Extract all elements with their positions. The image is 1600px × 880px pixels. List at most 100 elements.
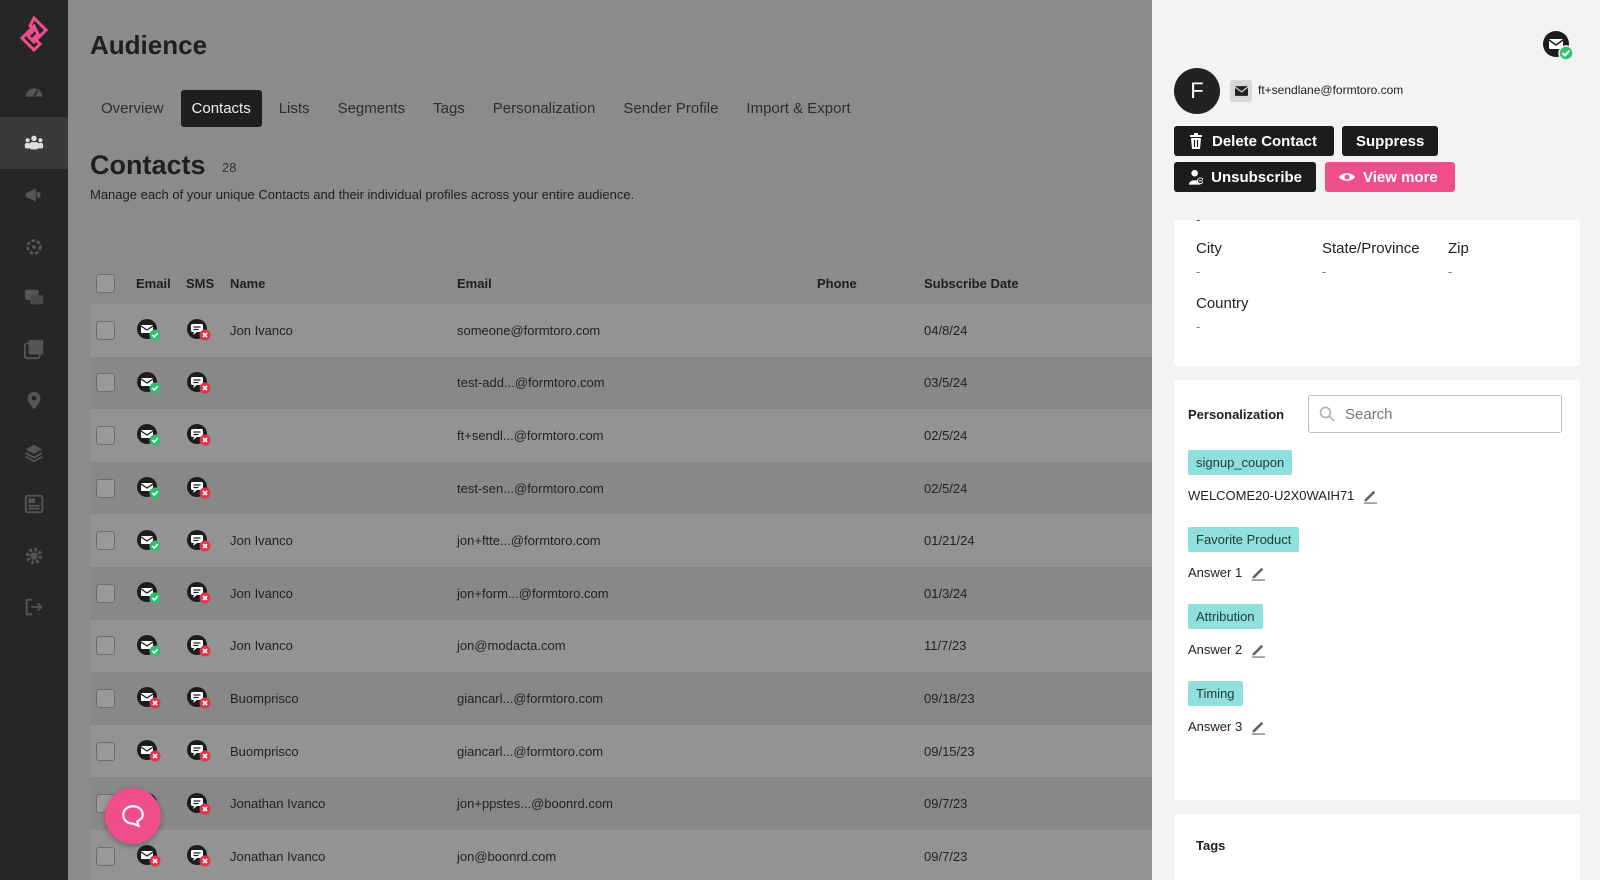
sidebar-item-audience[interactable] xyxy=(0,117,68,169)
sidebar-item-conversations[interactable] xyxy=(0,272,68,324)
chat-bubble-icon xyxy=(122,805,144,828)
pencil-edit-icon[interactable] xyxy=(1362,487,1379,504)
contact-email: ft+sendlane@formtoro.com xyxy=(1258,83,1404,97)
table-row[interactable]: test-add...@formtoro.com 03/5/24 xyxy=(90,356,1152,410)
table-body: Jon Ivanco someone@formtoro.com 04/8/24 … xyxy=(90,304,1152,880)
contact-name: Buomprisco xyxy=(230,690,299,706)
row-checkbox[interactable] xyxy=(96,636,115,656)
tab-sender-profile[interactable]: Sender Profile xyxy=(612,90,729,127)
email-subscribed-icon xyxy=(136,423,162,447)
section-title: Contacts xyxy=(90,150,206,180)
contact-email: jon+ppstes...@boonrd.com xyxy=(457,796,613,812)
email-subscribed-icon xyxy=(136,318,162,342)
logout-icon xyxy=(25,598,43,616)
country-value: - xyxy=(1196,319,1201,334)
tab-tags[interactable]: Tags xyxy=(422,90,476,127)
gauge-icon xyxy=(25,88,43,98)
view-more-button[interactable]: View more xyxy=(1325,162,1455,192)
personalization-value: WELCOME20-U2X0WAIH71 xyxy=(1188,488,1355,503)
search-input[interactable] xyxy=(1345,405,1545,423)
sidebar-item-integrations[interactable] xyxy=(0,427,68,479)
tab-segments[interactable]: Segments xyxy=(327,90,417,127)
form-icon xyxy=(24,494,44,514)
sidebar-item-logout[interactable] xyxy=(0,581,68,633)
table-row[interactable]: Buomprisco giancarl...@formtoro.com 09/1… xyxy=(90,672,1152,725)
sidebar-item-forms[interactable] xyxy=(0,478,68,530)
city-value: - xyxy=(1196,264,1201,279)
pencil-edit-icon[interactable] xyxy=(1250,641,1267,658)
tab-lists[interactable]: Lists xyxy=(268,90,321,127)
contacts-table: Email SMS Name Email Phone Subscribe Dat… xyxy=(90,262,1152,880)
pencil-edit-icon[interactable] xyxy=(1250,718,1267,735)
tab-import-export[interactable]: Import & Export xyxy=(735,90,861,127)
email-subscribed-icon xyxy=(136,634,162,658)
subscribe-date: 09/18/23 xyxy=(924,690,975,706)
table-row[interactable]: Buomprisco giancarl...@formtoro.com 09/1… xyxy=(90,724,1152,778)
sms-unsubscribed-icon xyxy=(186,634,212,658)
sidebar-item-campaigns[interactable] xyxy=(0,169,68,221)
address-value: - xyxy=(1196,212,1201,227)
tab-personalization[interactable]: Personalization xyxy=(482,90,607,127)
delete-contact-button[interactable]: Delete Contact xyxy=(1174,126,1334,156)
contact-name: Buomprisco xyxy=(230,743,299,759)
row-checkbox[interactable] xyxy=(96,741,115,761)
row-checkbox[interactable] xyxy=(96,531,115,551)
brand-logo-icon[interactable] xyxy=(18,15,50,53)
sidebar-item-location[interactable] xyxy=(0,375,68,427)
trash-icon xyxy=(1190,133,1202,149)
col-email-status[interactable]: Email xyxy=(136,276,186,291)
gallery-icon xyxy=(23,339,44,360)
row-checkbox[interactable] xyxy=(96,320,115,340)
subscribe-date: 01/3/24 xyxy=(924,585,968,601)
email-subscribed-icon xyxy=(136,476,162,500)
col-subscribe-date[interactable]: Subscribe Date xyxy=(924,276,1124,291)
row-checkbox[interactable] xyxy=(96,688,115,708)
sidebar-item-media[interactable] xyxy=(0,323,68,375)
table-row[interactable]: Jonathan Ivanco jon@boonrd.com 09/7/23 xyxy=(90,829,1152,880)
contact-email: giancarl...@formtoro.com xyxy=(457,690,604,706)
table-row[interactable]: ft+sendl...@formtoro.com 02/5/24 xyxy=(90,409,1152,462)
personalization-value: Answer 3 xyxy=(1188,719,1243,734)
automation-gear-icon xyxy=(26,239,42,255)
zip-value: - xyxy=(1448,264,1453,279)
row-checkbox[interactable] xyxy=(96,583,115,603)
envelope-icon xyxy=(1230,80,1252,102)
table-row[interactable]: Jon Ivanco someone@formtoro.com 04/8/24 xyxy=(90,304,1152,357)
tab-overview[interactable]: Overview xyxy=(90,90,175,127)
sms-unsubscribed-icon xyxy=(186,581,212,605)
table-row[interactable]: Jon Ivanco jon+ftte...@formtoro.com 01/2… xyxy=(90,514,1152,567)
table-header: Email SMS Name Email Phone Subscribe Dat… xyxy=(90,262,1152,304)
col-phone[interactable]: Phone xyxy=(817,276,924,291)
col-email[interactable]: Email xyxy=(457,276,817,291)
table-row[interactable]: Jon Ivanco jon+form...@formtoro.com 01/3… xyxy=(90,566,1152,620)
sms-unsubscribed-icon xyxy=(186,371,212,395)
unsubscribe-button[interactable]: Unsubscribe xyxy=(1174,162,1316,192)
tab-bar: Overview Contacts Lists Segments Tags Pe… xyxy=(90,90,862,127)
contact-name: Jonathan Ivanco xyxy=(230,848,326,864)
page-title: Audience xyxy=(90,30,208,60)
sidebar-item-settings[interactable] xyxy=(0,530,68,582)
row-checkbox[interactable] xyxy=(96,425,115,445)
support-chat-button[interactable] xyxy=(105,788,161,844)
suppress-button[interactable]: Suppress xyxy=(1342,126,1438,156)
sidebar-item-automations[interactable] xyxy=(0,221,68,273)
sidebar-item-dashboard[interactable] xyxy=(0,66,68,118)
table-row[interactable]: test-sen...@formtoro.com 02/5/24 xyxy=(90,461,1152,515)
row-checkbox[interactable] xyxy=(96,373,115,393)
pencil-edit-icon[interactable] xyxy=(1250,564,1267,581)
contact-name: Jon Ivanco xyxy=(230,585,293,601)
avatar: F xyxy=(1174,68,1220,114)
col-sms-status[interactable]: SMS xyxy=(186,276,230,291)
people-icon xyxy=(24,135,44,150)
contact-email: test-add...@formtoro.com xyxy=(457,375,605,391)
row-checkbox[interactable] xyxy=(96,478,115,498)
row-checkbox[interactable] xyxy=(96,846,115,866)
search-icon xyxy=(1319,406,1335,422)
tab-contacts[interactable]: Contacts xyxy=(180,90,262,127)
col-name[interactable]: Name xyxy=(230,276,457,291)
personalization-item: Favorite Product Answer 1 xyxy=(1188,527,1300,581)
table-row[interactable]: Jonathan Ivanco jon+ppstes...@boonrd.com… xyxy=(90,777,1152,830)
select-all-checkbox[interactable] xyxy=(96,273,115,293)
table-row[interactable]: Jon Ivanco jon@modacta.com 11/7/23 xyxy=(90,619,1152,673)
suppress-label: Suppress xyxy=(1356,132,1425,150)
